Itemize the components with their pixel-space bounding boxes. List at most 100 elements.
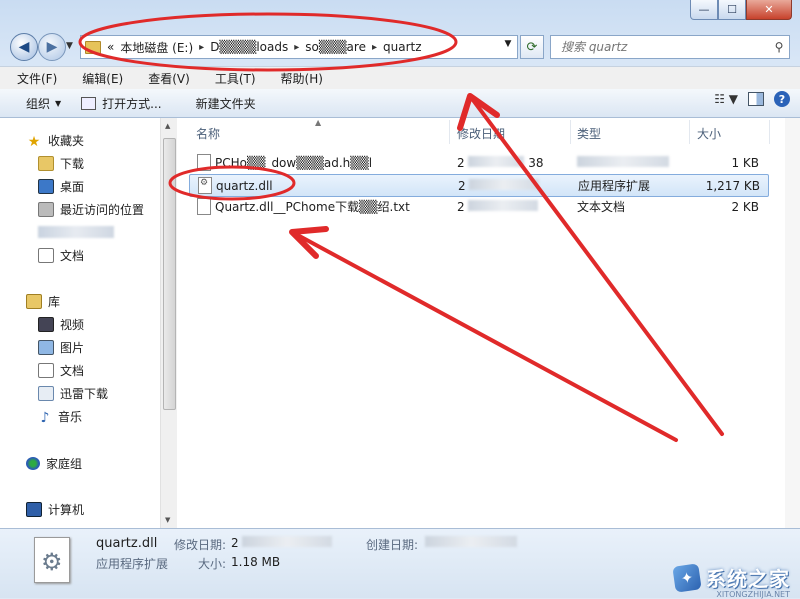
organize-button[interactable]: 组织 ▼ bbox=[0, 91, 71, 115]
menu-view[interactable]: 查看(V) bbox=[131, 70, 198, 87]
file-date-prefix: 2 bbox=[457, 155, 465, 170]
sidebar-item-music[interactable]: ♪ 音乐 bbox=[38, 406, 82, 426]
forward-arrow-icon: ▶ bbox=[46, 39, 58, 55]
file-size: 2 KB bbox=[731, 199, 759, 214]
menu-tools[interactable]: 工具(T) bbox=[198, 70, 264, 87]
scroll-up-icon[interactable]: ▲ bbox=[165, 122, 170, 130]
search-box[interactable]: ⚲ bbox=[550, 35, 790, 59]
redacted-date bbox=[242, 536, 333, 547]
menu-file[interactable]: 文件(F) bbox=[0, 70, 65, 87]
search-input[interactable] bbox=[559, 39, 769, 55]
toolbar-right: ☷ ▼ ? bbox=[714, 91, 790, 107]
details-created-value bbox=[425, 536, 517, 550]
view-options-icon[interactable]: ☷ ▼ bbox=[714, 92, 738, 106]
sidebar-computer[interactable]: 计算机 bbox=[26, 499, 84, 519]
address-dropdown-button[interactable]: ▼ bbox=[500, 34, 516, 54]
column-type[interactable]: 类型 bbox=[577, 125, 601, 142]
address-overflow[interactable]: « bbox=[107, 40, 114, 54]
refresh-button[interactable]: ⟳ bbox=[520, 35, 544, 59]
breadcrumb-software[interactable]: so▒▒▒are bbox=[305, 40, 366, 54]
forward-button[interactable]: ▶ bbox=[38, 33, 66, 61]
sidebar-item-label: 图片 bbox=[60, 340, 85, 355]
sidebar-item-documents[interactable]: 文档 bbox=[38, 245, 84, 265]
redacted-date bbox=[469, 178, 540, 190]
sidebar-item-pictures[interactable]: 图片 bbox=[38, 337, 84, 357]
sidebar-item-label: 桌面 bbox=[60, 179, 85, 194]
sidebar-item-desktop[interactable]: 桌面 bbox=[38, 176, 84, 196]
chevron-right-icon[interactable]: ▸ bbox=[372, 42, 377, 53]
chevron-right-icon[interactable]: ▸ bbox=[294, 42, 299, 53]
dll-file-icon bbox=[198, 177, 212, 194]
breadcrumb-quartz[interactable]: quartz bbox=[383, 40, 422, 54]
file-date: 2 bbox=[457, 199, 539, 214]
file-name: Quartz.dll__PChome下载▒▒绍.txt bbox=[215, 200, 410, 214]
help-icon[interactable]: ? bbox=[774, 91, 790, 107]
file-date: 2 38 bbox=[457, 155, 544, 170]
file-size: 1 KB bbox=[731, 155, 759, 170]
new-folder-button[interactable]: 新建文件夹 bbox=[186, 91, 266, 115]
close-button[interactable]: ✕ bbox=[746, 0, 792, 20]
column-divider[interactable] bbox=[689, 120, 690, 144]
redacted-date bbox=[425, 536, 517, 547]
maximize-button[interactable]: ☐ bbox=[718, 0, 746, 20]
sidebar-item-library-documents[interactable]: 文档 bbox=[38, 360, 84, 380]
details-modified-value: 2 bbox=[231, 536, 333, 550]
navigation-pane-scrollbar[interactable]: ▲ ▼ bbox=[160, 118, 177, 528]
column-headers: ▲ 名称 修改日期 类型 大小 bbox=[177, 118, 785, 146]
column-size[interactable]: 大小 bbox=[697, 125, 721, 142]
details-size-label: 大小: bbox=[198, 557, 227, 571]
html-file-icon bbox=[197, 154, 211, 171]
redacted-item bbox=[38, 226, 114, 238]
minimize-button[interactable]: — bbox=[690, 0, 718, 20]
file-type bbox=[577, 155, 669, 170]
file-row-txt[interactable]: Quartz.dll__PChome下载▒▒绍.txt 2 文本文档 2 KB bbox=[189, 196, 767, 217]
sidebar-item-xunlei-downloads[interactable]: 迅雷下载 bbox=[38, 383, 108, 403]
preview-pane-icon[interactable] bbox=[748, 92, 764, 106]
menu-help[interactable]: 帮助(H) bbox=[264, 70, 331, 87]
watermark-url: XITONGZHIJIA.NET bbox=[716, 590, 790, 599]
sort-ascending-icon: ▲ bbox=[315, 118, 322, 127]
file-type: 文本文档 bbox=[577, 200, 626, 214]
column-name[interactable]: 名称 bbox=[196, 125, 220, 142]
column-divider[interactable] bbox=[449, 120, 450, 144]
sidebar-favorites-label: 收藏夹 bbox=[48, 133, 85, 148]
sidebar-item-label: 文档 bbox=[60, 248, 85, 263]
scrollbar-thumb[interactable] bbox=[163, 138, 176, 410]
column-divider[interactable] bbox=[570, 120, 571, 144]
back-button[interactable]: ◀ bbox=[10, 33, 38, 61]
file-type: 应用程序扩展 bbox=[578, 179, 651, 193]
open-with-icon bbox=[81, 96, 97, 110]
sidebar-item-recent-places[interactable]: 最近访问的位置 bbox=[38, 199, 144, 219]
sidebar-item-label: 下载 bbox=[60, 156, 85, 171]
search-icon[interactable]: ⚲ bbox=[769, 40, 789, 54]
redacted-date bbox=[468, 199, 539, 211]
sidebar-item-label: 文档 bbox=[60, 363, 85, 378]
menu-edit[interactable]: 编辑(E) bbox=[65, 70, 131, 87]
sidebar-item-videos[interactable]: 视频 bbox=[38, 314, 84, 334]
recent-pages-dropdown[interactable]: ▼ bbox=[66, 41, 73, 51]
sidebar-item-downloads[interactable]: 下载 bbox=[38, 153, 84, 173]
menu-bar: 文件(F) 编辑(E) 查看(V) 工具(T) 帮助(H) bbox=[0, 66, 800, 89]
breadcrumb-drive[interactable]: 本地磁盘 (E:) bbox=[120, 39, 193, 56]
open-with-label: 打开方式... bbox=[102, 96, 162, 111]
sidebar-item-redacted[interactable] bbox=[38, 222, 114, 242]
dll-file-large-icon: ⚙ bbox=[34, 537, 70, 583]
file-row-quartz-dll[interactable]: quartz.dll 2 应用程序扩展 1,217 KB bbox=[189, 174, 769, 197]
open-with-button[interactable]: 打开方式... bbox=[71, 91, 171, 115]
sidebar-libraries-label: 库 bbox=[48, 294, 61, 309]
address-bar[interactable]: « 本地磁盘 (E:) ▸ D▒▒▒▒loads ▸ so▒▒▒are ▸ qu… bbox=[80, 35, 518, 59]
back-arrow-icon: ◀ bbox=[18, 39, 30, 55]
scroll-down-icon[interactable]: ▼ bbox=[165, 516, 170, 524]
sidebar-favorites[interactable]: ★ 收藏夹 bbox=[26, 130, 84, 150]
sidebar-item-label: 视频 bbox=[60, 317, 85, 332]
breadcrumb-downloads[interactable]: D▒▒▒▒loads bbox=[210, 40, 288, 54]
document-icon bbox=[38, 362, 54, 378]
caption-buttons: — ☐ ✕ bbox=[690, 0, 792, 20]
sidebar-homegroup[interactable]: 家庭组 bbox=[26, 453, 82, 473]
library-icon bbox=[26, 293, 42, 309]
file-row-html[interactable]: PCHo▒▒_dow▒▒▒ad.h▒▒l 2 38 1 KB bbox=[189, 152, 767, 173]
chevron-right-icon[interactable]: ▸ bbox=[199, 42, 204, 53]
column-divider[interactable] bbox=[769, 120, 770, 144]
sidebar-libraries[interactable]: 库 bbox=[26, 291, 60, 311]
column-modified[interactable]: 修改日期 bbox=[457, 125, 505, 142]
